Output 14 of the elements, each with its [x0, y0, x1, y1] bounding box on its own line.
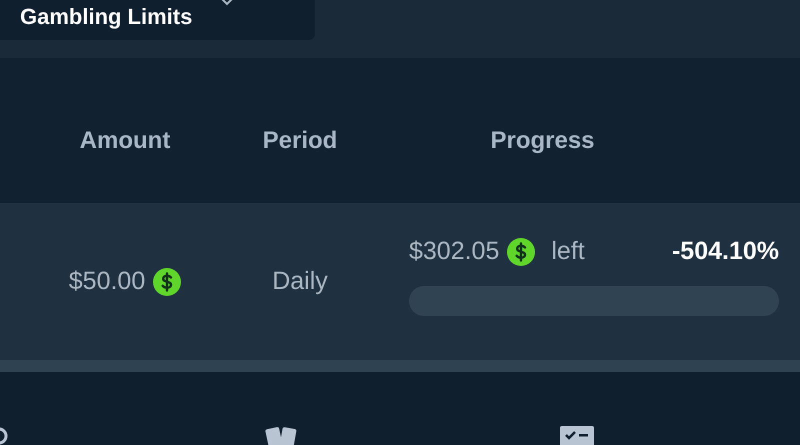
dropdown-button[interactable]: Gambling Limits: [0, 0, 315, 40]
remaining-amount: $302.05: [409, 237, 500, 266]
period-text: Daily: [272, 267, 328, 296]
dollar-icon: [507, 238, 536, 266]
column-header: Period: [262, 126, 338, 154]
checklist-icon[interactable]: [560, 424, 594, 445]
caret-icon: [220, 0, 234, 6]
amount-text: $50.00: [68, 267, 146, 296]
remaining-label: left: [551, 237, 585, 266]
column-header: Amount: [80, 126, 170, 154]
percent-text: -504.10%: [672, 237, 779, 266]
column-header: Progress: [490, 126, 595, 154]
dollar-icon: [153, 268, 182, 296]
dropdown-label: Gambling Limits: [20, 4, 192, 30]
